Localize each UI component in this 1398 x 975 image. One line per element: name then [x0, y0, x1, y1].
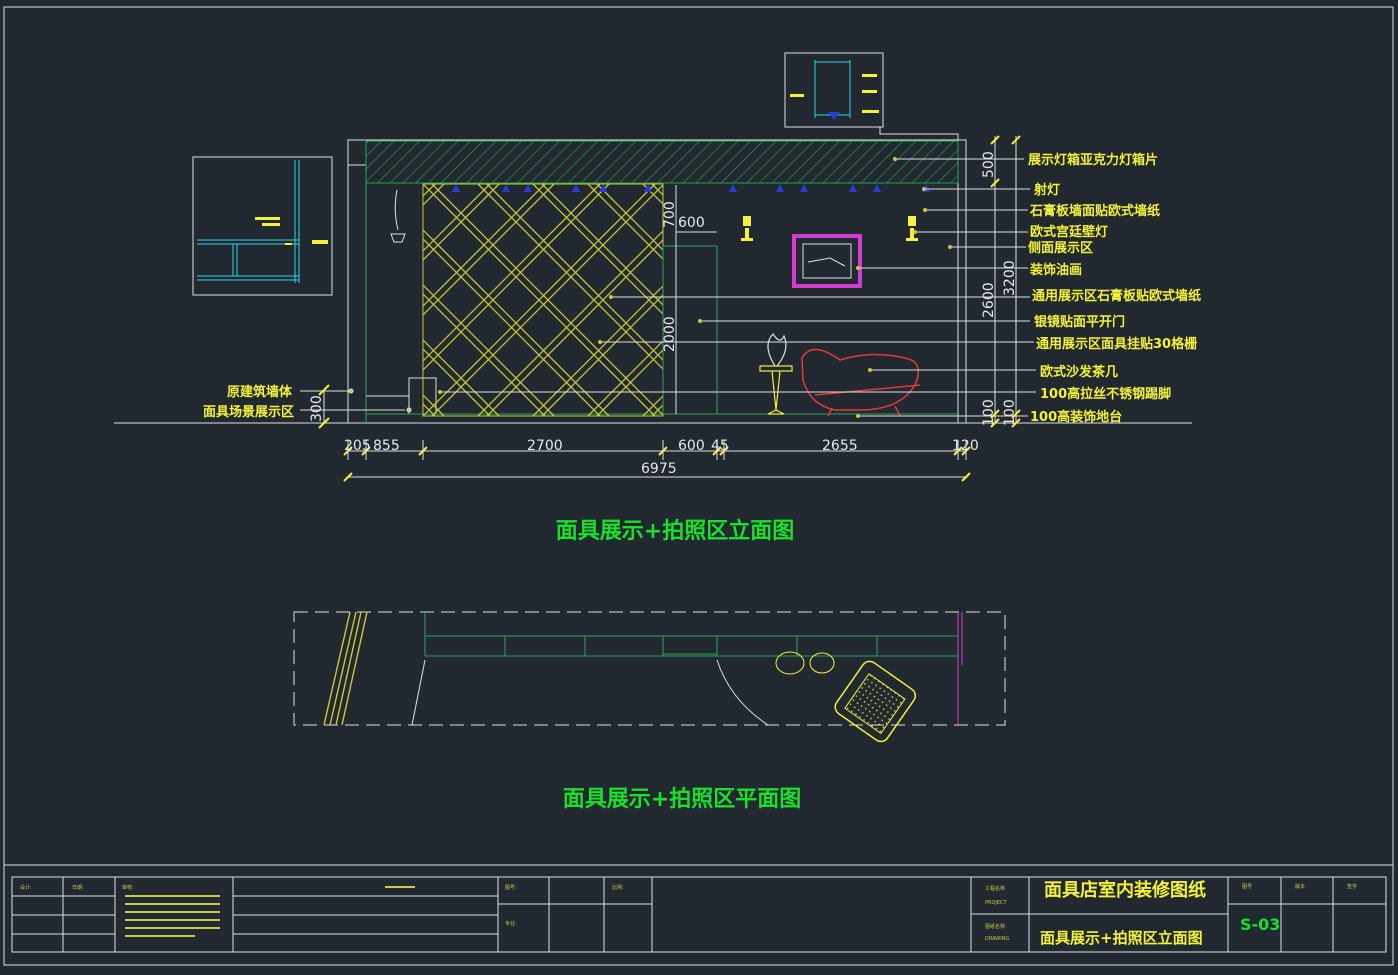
label-mask-grille: 通用展示区面具挂贴30格栅 [1036, 336, 1197, 352]
sheet-title: 面具展示+拍照区立面图 [1040, 929, 1203, 947]
label-mirror-door: 银镜贴面平开门 [1034, 314, 1125, 330]
svg-text:DRAWING: DRAWING [985, 936, 1009, 942]
label-platform: 100高装饰地台 [1030, 409, 1122, 425]
dim-2600: 2600 [981, 282, 997, 318]
dim-500: 500 [981, 151, 997, 178]
label-mask-scene-area: 面具场景展示区 [203, 405, 294, 420]
dim-2655: 2655 [822, 438, 858, 454]
label-gypsum-wallpaper: 石膏板墙面贴欧式墙纸 [1029, 203, 1160, 219]
dim-205: 205 [344, 438, 371, 454]
cad-drawing-sheet: 原建筑墙体 面具场景展示区 300 205 855 2700 600 45 26… [0, 0, 1398, 971]
side-table-icon [759, 333, 793, 415]
plan-table-icon [775, 651, 835, 675]
dim-door-600: 600 [678, 215, 705, 231]
svg-text:审核:: 审核: [122, 884, 134, 891]
dim-total-6975: 6975 [641, 461, 677, 477]
svg-text:日期:: 日期: [72, 885, 84, 891]
plan-view [293, 611, 1006, 743]
label-sofa-table: 欧式沙发茶几 [1040, 364, 1118, 380]
plan-sofa-icon [834, 660, 917, 743]
dim-100-b: 100 [1002, 399, 1018, 426]
dim-45: 45 [711, 438, 729, 454]
svg-text:签字: 签字 [1347, 883, 1357, 890]
dim-2700: 2700 [527, 438, 563, 454]
oil-painting-icon [792, 234, 862, 288]
label-lightbox: 展示灯箱亚克力灯箱片 [1028, 152, 1158, 168]
spotlights [452, 184, 930, 192]
sheet-number: S-03 [1240, 915, 1280, 934]
svg-text:专业:: 专业: [505, 920, 517, 927]
label-side-display: 侧面展示区 [1028, 240, 1093, 256]
dim-door-2000: 2000 [662, 316, 678, 352]
svg-text:图号: 图号 [1242, 884, 1252, 890]
mask-grid-panel [422, 183, 664, 417]
label-oil-painting: 装饰油画 [1029, 262, 1082, 278]
svg-text:设计:: 设计: [20, 884, 32, 891]
label-sconce: 欧式宫廷壁灯 [1030, 224, 1108, 240]
svg-text:比例:: 比例: [612, 884, 624, 891]
svg-text:图纸名称: 图纸名称 [985, 923, 1005, 930]
dim-120: 120 [952, 438, 979, 454]
svg-text:版本: 版本 [1295, 883, 1305, 890]
dim-855: 855 [373, 438, 400, 454]
svg-text:工程名称: 工程名称 [985, 885, 1005, 892]
elevation-title: 面具展示+拍照区立面图 [556, 518, 794, 544]
pendant-lamp-icon [390, 189, 406, 243]
right-leaders [438, 157, 1036, 418]
dim-600: 600 [678, 438, 705, 454]
svg-text:PROJECT: PROJECT [985, 900, 1008, 906]
elevation-view: 原建筑墙体 面具场景展示区 300 205 855 2700 600 45 26… [114, 52, 1201, 482]
dim-3200: 3200 [1002, 260, 1018, 296]
diamond-grid [423, 184, 663, 416]
lightbox-hatch [365, 140, 959, 184]
label-original-wall: 原建筑墙体 [227, 384, 293, 400]
label-skirting: 100高拉丝不锈钢踢脚 [1040, 386, 1171, 402]
svg-text:图号:: 图号: [505, 885, 517, 891]
dim-100-a: 100 [981, 399, 997, 426]
project-title: 面具店室内装修图纸 [1044, 879, 1206, 901]
detail-box-left [192, 156, 333, 296]
detail-box-top [784, 52, 959, 140]
drawing-canvas: 原建筑墙体 面具场景展示区 300 205 855 2700 600 45 26… [3, 6, 1394, 966]
label-general-display-wallpaper: 通用展示区石膏板贴欧式墙纸 [1032, 288, 1201, 304]
label-spotlight: 射灯 [1033, 182, 1060, 198]
sofa-icon [801, 348, 921, 417]
plan-title: 面具展示+拍照区平面图 [563, 786, 801, 812]
dim-door-700: 700 [662, 201, 678, 228]
dim-300: 300 [309, 395, 325, 422]
